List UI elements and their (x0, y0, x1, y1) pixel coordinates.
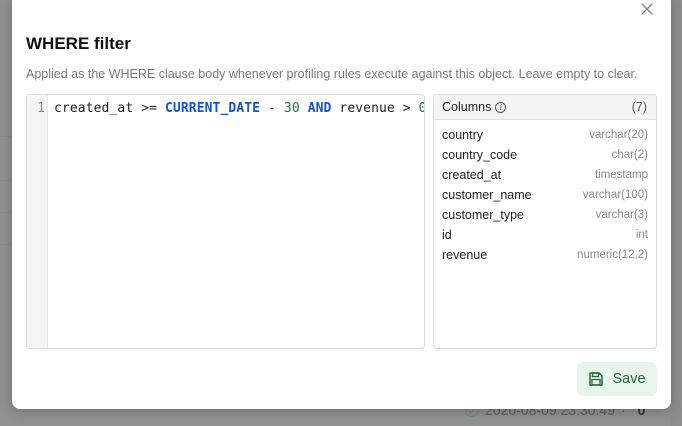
sql-editor[interactable]: 1 created_at >= CURRENT_DATE - 30 AND re… (26, 94, 425, 349)
list-item[interactable]: customer_type varchar(3) (434, 205, 656, 225)
column-name: customer_name (442, 188, 532, 202)
sql-number: 30 (283, 101, 300, 116)
columns-header: Columns i (7) (434, 95, 656, 120)
column-name: country_code (442, 148, 518, 162)
sql-text: created_at >= (54, 101, 165, 116)
save-button[interactable]: Save (577, 362, 657, 396)
code-line[interactable]: created_at >= CURRENT_DATE - 30 AND reve… (54, 101, 424, 116)
column-type: varchar(100) (582, 189, 648, 201)
sql-keyword: AND (307, 101, 332, 116)
sql-keyword: CURRENT_DATE (164, 101, 261, 116)
column-type: char(2) (611, 149, 648, 161)
column-type: varchar(20) (589, 129, 648, 141)
background-divider (0, 180, 12, 181)
column-type: timestamp (594, 169, 648, 181)
line-number: 1 (37, 101, 45, 116)
list-item[interactable]: created_at timestamp (434, 165, 656, 185)
sql-text: - (260, 101, 284, 116)
column-name: revenue (442, 248, 488, 262)
columns-list: country varchar(20) country_code char(2)… (434, 120, 656, 265)
columns-title: Columns (442, 100, 492, 114)
column-name: country (442, 128, 483, 142)
columns-count: (7) (631, 100, 647, 114)
column-name: customer_type (442, 208, 524, 222)
close-button[interactable] (640, 2, 654, 16)
sql-text: revenue > (331, 101, 419, 116)
background-panel (670, 0, 682, 426)
sql-number: 0 (419, 101, 424, 116)
list-item[interactable]: revenue numeric(12,2) (434, 245, 656, 265)
background-divider (0, 136, 12, 137)
save-button-label: Save (612, 371, 646, 387)
list-item[interactable]: customer_name varchar(100) (434, 185, 656, 205)
columns-panel: Columns i (7) country varchar(20) countr… (433, 94, 657, 349)
list-item[interactable]: country varchar(20) (434, 125, 656, 145)
column-type: int (635, 229, 648, 241)
column-type: numeric(12,2) (577, 249, 648, 261)
editor-gutter: 1 (27, 95, 48, 348)
list-item[interactable]: id int (434, 225, 656, 245)
list-item[interactable]: country_code char(2) (434, 145, 656, 165)
info-icon[interactable]: i (495, 101, 507, 113)
dialog-description: Applied as the WHERE clause body wheneve… (26, 67, 638, 81)
where-filter-dialog: WHERE filter Applied as the WHERE clause… (12, 0, 671, 409)
background-divider (0, 244, 12, 245)
background-divider (0, 212, 12, 213)
column-name: created_at (442, 168, 502, 182)
dialog-title: WHERE filter (26, 34, 131, 53)
column-name: id (442, 228, 452, 242)
column-type: varchar(3) (595, 209, 648, 221)
floppy-disk-icon (589, 372, 604, 386)
close-icon (641, 3, 653, 15)
